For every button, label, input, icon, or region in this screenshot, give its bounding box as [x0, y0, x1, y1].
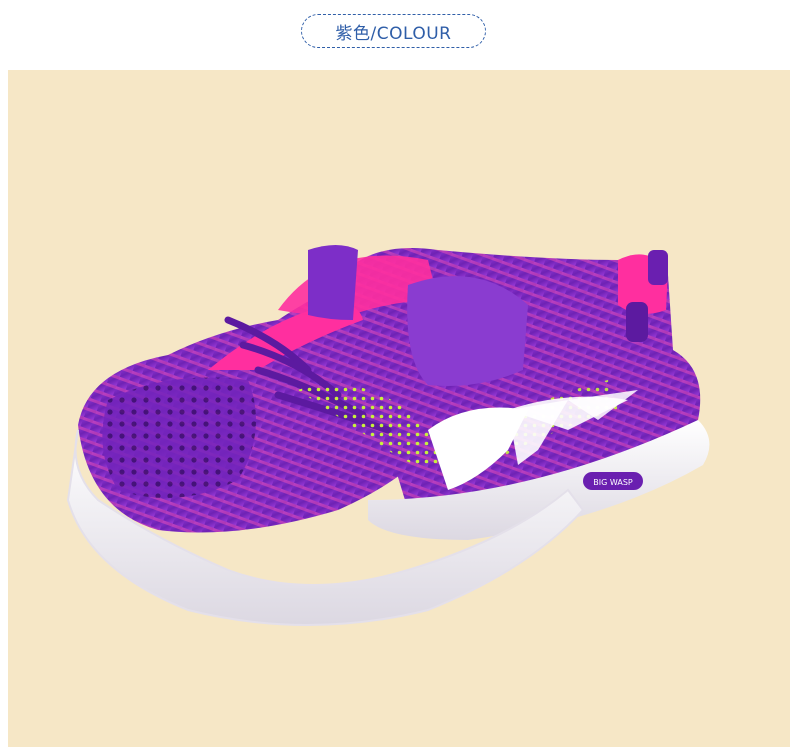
header-bar: 紫色/COLOUR [0, 0, 790, 70]
colour-label-pill: 紫色/COLOUR [301, 14, 486, 48]
sneaker-pair-illustration: BIG WASP [66, 245, 710, 626]
sole-brand-mark: BIG WASP [593, 478, 633, 487]
colour-label-text: 紫色/COLOUR [335, 23, 452, 44]
product-photo: BIG WASP [8, 70, 790, 747]
